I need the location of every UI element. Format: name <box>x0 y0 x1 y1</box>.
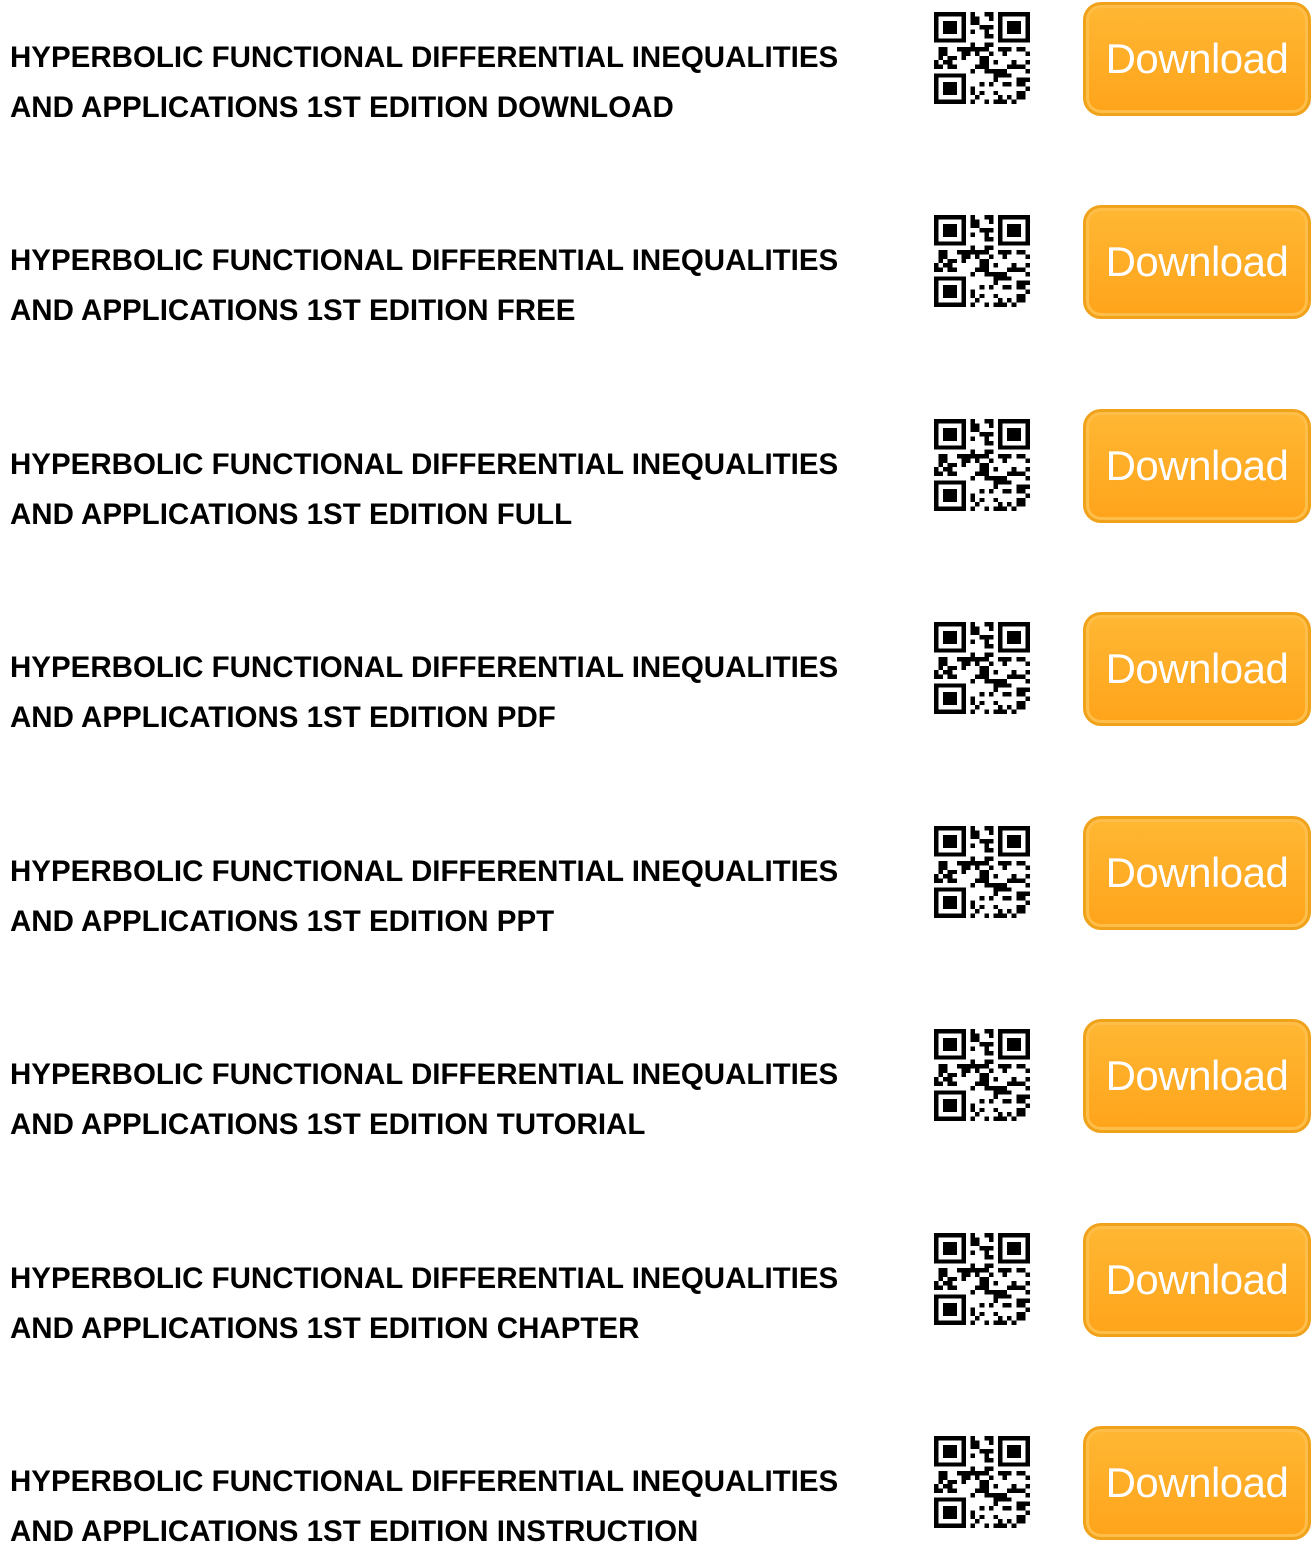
download-button-label: Download <box>1105 849 1289 896</box>
download-button[interactable]: Download <box>1083 1426 1311 1540</box>
download-button[interactable]: Download <box>1083 816 1311 930</box>
download-button-label: Download <box>1105 35 1289 82</box>
download-button-label: Download <box>1105 645 1289 692</box>
item-title: HYPERBOLIC FUNCTIONAL DIFFERENTIAL INEQU… <box>10 1457 915 1557</box>
download-button-label: Download <box>1105 1459 1289 1506</box>
item-title: HYPERBOLIC FUNCTIONAL DIFFERENTIAL INEQU… <box>10 440 915 540</box>
list-item: HYPERBOLIC FUNCTIONAL DIFFERENTIAL INEQU… <box>0 610 1316 734</box>
item-title-line1: HYPERBOLIC FUNCTIONAL DIFFERENTIAL INEQU… <box>10 41 839 74</box>
item-title-line2: AND APPLICATIONS 1ST EDITION PDF <box>10 701 556 734</box>
item-title-line1: HYPERBOLIC FUNCTIONAL DIFFERENTIAL INEQU… <box>10 1465 839 1498</box>
item-title-line1: HYPERBOLIC FUNCTIONAL DIFFERENTIAL INEQU… <box>10 1058 839 1091</box>
qr-code-icon <box>934 1029 1030 1121</box>
download-button[interactable]: Download <box>1083 612 1311 726</box>
qr-code-icon <box>934 419 1030 511</box>
item-title-line2: AND APPLICATIONS 1ST EDITION CHAPTER <box>10 1312 640 1345</box>
download-button-label: Download <box>1105 1052 1289 1099</box>
qr-code-icon <box>934 826 1030 918</box>
qr-code-icon <box>934 1436 1030 1528</box>
item-title-line1: HYPERBOLIC FUNCTIONAL DIFFERENTIAL INEQU… <box>10 1262 839 1295</box>
list-item: HYPERBOLIC FUNCTIONAL DIFFERENTIAL INEQU… <box>0 1017 1316 1141</box>
qr-code-icon <box>934 215 1030 307</box>
item-title-line1: HYPERBOLIC FUNCTIONAL DIFFERENTIAL INEQU… <box>10 448 839 481</box>
download-button[interactable]: Download <box>1083 2 1311 116</box>
item-title: HYPERBOLIC FUNCTIONAL DIFFERENTIAL INEQU… <box>10 1254 915 1354</box>
item-title-line1: HYPERBOLIC FUNCTIONAL DIFFERENTIAL INEQU… <box>10 855 839 888</box>
download-button-label: Download <box>1105 238 1289 285</box>
item-title-line1: HYPERBOLIC FUNCTIONAL DIFFERENTIAL INEQU… <box>10 244 839 277</box>
list-item: HYPERBOLIC FUNCTIONAL DIFFERENTIAL INEQU… <box>0 1424 1316 1548</box>
item-title-line2: AND APPLICATIONS 1ST EDITION FULL <box>10 498 573 531</box>
download-button[interactable]: Download <box>1083 205 1311 319</box>
item-title-line2: AND APPLICATIONS 1ST EDITION PPT <box>10 905 555 938</box>
download-button[interactable]: Download <box>1083 1019 1311 1133</box>
item-title: HYPERBOLIC FUNCTIONAL DIFFERENTIAL INEQU… <box>10 1050 915 1150</box>
list-item: HYPERBOLIC FUNCTIONAL DIFFERENTIAL INEQU… <box>0 1221 1316 1345</box>
download-button-label: Download <box>1105 442 1289 489</box>
qr-code-icon <box>934 12 1030 104</box>
item-title: HYPERBOLIC FUNCTIONAL DIFFERENTIAL INEQU… <box>10 643 915 743</box>
download-button[interactable]: Download <box>1083 409 1311 523</box>
item-title: HYPERBOLIC FUNCTIONAL DIFFERENTIAL INEQU… <box>10 33 915 133</box>
list-item: HYPERBOLIC FUNCTIONAL DIFFERENTIAL INEQU… <box>0 203 1316 327</box>
item-title: HYPERBOLIC FUNCTIONAL DIFFERENTIAL INEQU… <box>10 847 915 947</box>
download-button[interactable]: Download <box>1083 1223 1311 1337</box>
list-item: HYPERBOLIC FUNCTIONAL DIFFERENTIAL INEQU… <box>0 0 1316 124</box>
download-button-label: Download <box>1105 1256 1289 1303</box>
item-title-line2: AND APPLICATIONS 1ST EDITION DOWNLOAD <box>10 91 674 124</box>
list-item: HYPERBOLIC FUNCTIONAL DIFFERENTIAL INEQU… <box>0 814 1316 938</box>
qr-code-icon <box>934 1233 1030 1325</box>
item-title-line2: AND APPLICATIONS 1ST EDITION INSTRUCTION <box>10 1515 699 1548</box>
list-item: HYPERBOLIC FUNCTIONAL DIFFERENTIAL INEQU… <box>0 407 1316 531</box>
item-title-line2: AND APPLICATIONS 1ST EDITION TUTORIAL <box>10 1108 646 1141</box>
item-title-line1: HYPERBOLIC FUNCTIONAL DIFFERENTIAL INEQU… <box>10 651 839 684</box>
item-title: HYPERBOLIC FUNCTIONAL DIFFERENTIAL INEQU… <box>10 236 915 336</box>
item-title-line2: AND APPLICATIONS 1ST EDITION FREE <box>10 294 576 327</box>
qr-code-icon <box>934 622 1030 714</box>
